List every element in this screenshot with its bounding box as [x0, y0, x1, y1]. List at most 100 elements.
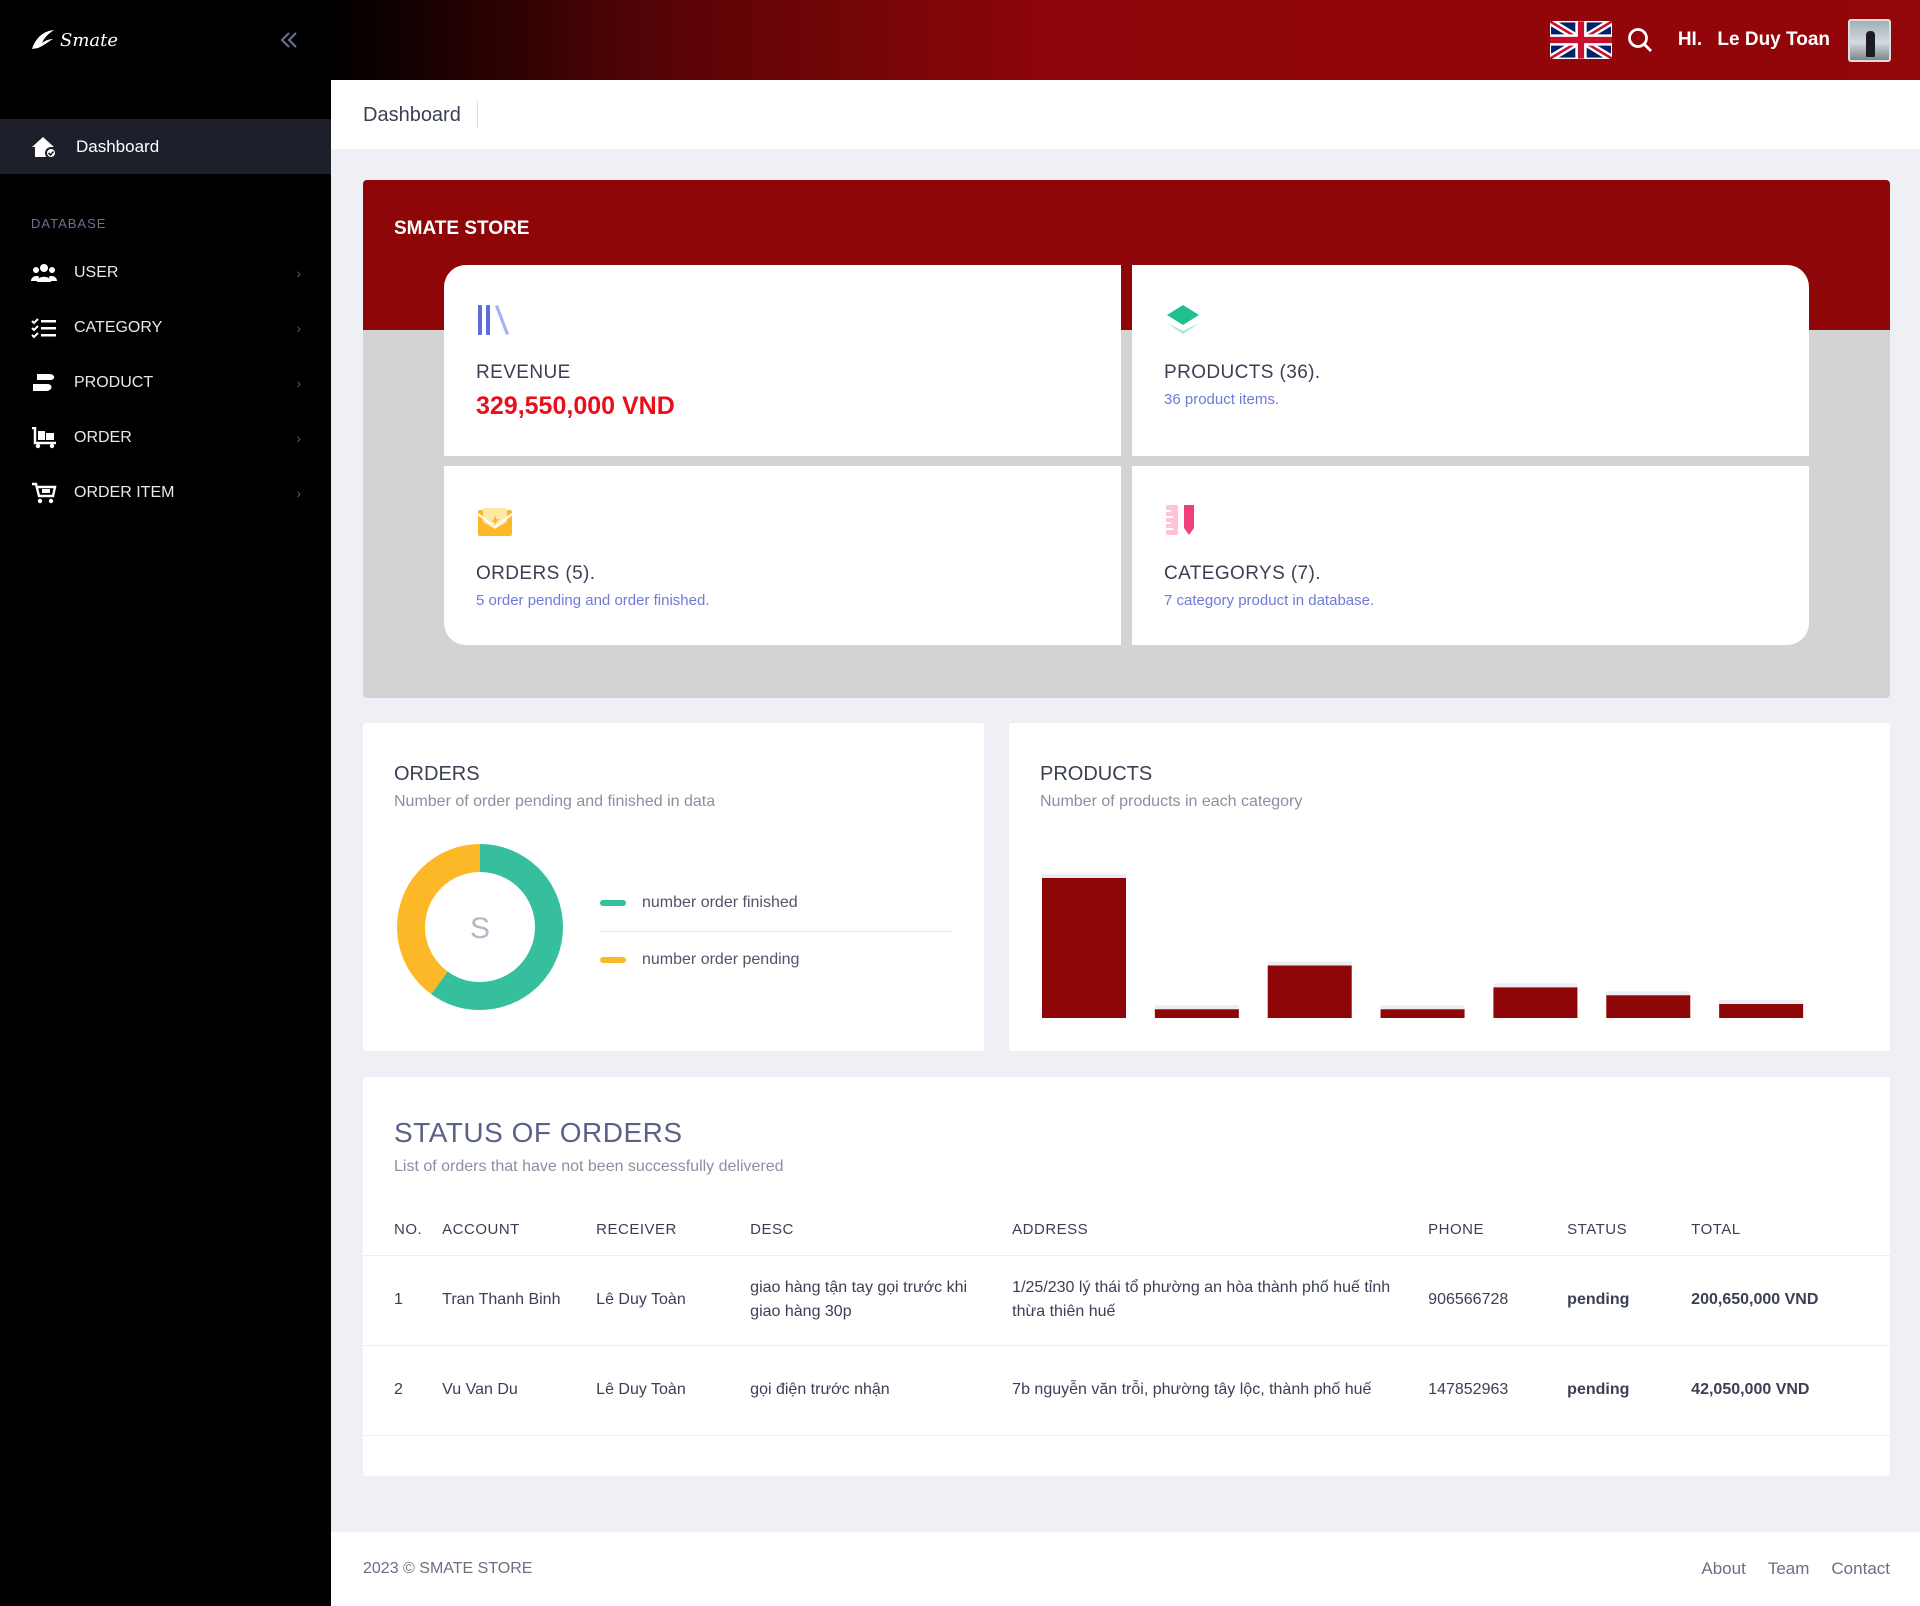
- cell-address: 1/25/230 lý thái tổ phường an hòa thành …: [1002, 1255, 1419, 1346]
- users-icon: [31, 263, 57, 282]
- chevron-right-icon: ›: [296, 429, 301, 446]
- sidebar-item-dashboard[interactable]: Dashboard: [0, 119, 331, 174]
- legend-label: number order finished: [642, 894, 798, 911]
- bar-category-3[interactable]: [1267, 965, 1352, 1019]
- store-title: SMATE STORE: [394, 218, 530, 239]
- logo-area: Smate: [0, 0, 331, 80]
- donut-center-letter: S: [470, 912, 490, 945]
- bar-category-6[interactable]: [1606, 995, 1691, 1018]
- cell-no: 2: [363, 1345, 433, 1436]
- legend-item-pending[interactable]: number order pending: [600, 940, 952, 980]
- username: Le Duy Toan: [1717, 29, 1830, 50]
- legend-divider: [600, 931, 952, 932]
- legend-label: number order pending: [642, 951, 800, 968]
- table-header-row: NO. ACCOUNT RECEIVER DESC ADDRESS PHONE …: [363, 1205, 1890, 1256]
- footer-link-contact[interactable]: Contact: [1831, 1559, 1890, 1579]
- collapse-sidebar-icon[interactable]: [277, 28, 301, 52]
- ruler-pencil-icon: [1166, 505, 1194, 535]
- cell-status: pending: [1557, 1345, 1682, 1436]
- bar-cap: [1719, 1000, 1804, 1004]
- cell-account: Vu Van Du: [432, 1345, 587, 1436]
- bar-cap: [1606, 991, 1691, 996]
- cell-total: 42,050,000 VND: [1681, 1345, 1890, 1436]
- sidebar: Smate Dashboard DATABASE USER › CATEGORY…: [0, 0, 331, 1606]
- bar-category-1[interactable]: [1042, 878, 1126, 1018]
- column-header-account: ACCOUNT: [432, 1205, 587, 1256]
- table-row[interactable]: 2 Vu Van Du Lê Duy Toàn gọi điện trước n…: [363, 1345, 1890, 1436]
- column-header-total: TOTAL: [1681, 1205, 1890, 1256]
- column-header-receiver: RECEIVER: [586, 1205, 741, 1256]
- cell-desc: gọi điện trước nhận: [740, 1345, 1003, 1436]
- cart-icon: [32, 482, 57, 503]
- sidebar-item-label: CATEGORY: [74, 318, 163, 336]
- greeting-hi: HI.: [1677, 29, 1703, 50]
- card-label: ORDERS (5).: [476, 563, 596, 584]
- cell-receiver: Lê Duy Toàn: [586, 1255, 741, 1346]
- uk-flag-icon[interactable]: [1549, 21, 1612, 59]
- bar-cap: [1380, 1005, 1465, 1010]
- orders-chart-panel: ORDERS Number of order pending and finis…: [363, 723, 984, 1051]
- column-header-status: STATUS: [1557, 1205, 1682, 1256]
- envelope-icon: [477, 508, 513, 536]
- avatar[interactable]: [1848, 18, 1891, 62]
- books-icon: [478, 305, 509, 335]
- logo[interactable]: Smate: [30, 27, 118, 53]
- sidebar-item-label: ORDER: [74, 428, 132, 446]
- products-chart-panel: PRODUCTS Number of products in each cate…: [1009, 723, 1890, 1051]
- panel-title: PRODUCTS: [1040, 763, 1153, 785]
- products-card: PRODUCTS (36). 36 product items.: [1132, 265, 1809, 456]
- column-header-address: ADDRESS: [1002, 1205, 1419, 1256]
- column-header-desc: DESC: [740, 1205, 1003, 1256]
- bar-category-2[interactable]: [1154, 1009, 1239, 1018]
- sidebar-item-label: USER: [74, 263, 119, 281]
- panel-title: ORDERS: [394, 763, 480, 785]
- footer: 2023 © SMATE STORE About Team Contact: [331, 1532, 1920, 1606]
- orders-table: NO. ACCOUNT RECEIVER DESC ADDRESS PHONE …: [363, 1205, 1890, 1436]
- bar-cap: [1154, 1005, 1239, 1010]
- legend-item-finished[interactable]: number order finished: [600, 883, 952, 923]
- column-header-phone: PHONE: [1418, 1205, 1558, 1256]
- section-label: DATABASE: [31, 216, 107, 231]
- footer-link-team[interactable]: Team: [1768, 1559, 1810, 1579]
- sidebar-item-label: ORDER ITEM: [74, 483, 175, 501]
- orders-legend: number order finished number order pendi…: [600, 883, 952, 980]
- table-row[interactable]: 1 Tran Thanh Binh Lê Duy Toàn giao hàng …: [363, 1255, 1890, 1346]
- footer-link-about[interactable]: About: [1701, 1559, 1745, 1579]
- bar-cap: [1042, 874, 1126, 878]
- panel-subtitle: Number of products in each category: [1040, 793, 1303, 810]
- bar-category-5[interactable]: [1493, 987, 1578, 1018]
- cell-total: 200,650,000 VND: [1681, 1255, 1890, 1346]
- card-label: PRODUCTS (36).: [1164, 362, 1321, 383]
- list-check-icon: [31, 317, 56, 338]
- card-label: REVENUE: [476, 362, 571, 383]
- bar-cap: [1493, 983, 1578, 988]
- revenue-card: REVENUE 329,550,000 VND: [444, 265, 1121, 456]
- wing-icon: [32, 30, 54, 49]
- chevron-right-icon: ›: [296, 484, 301, 501]
- chevron-right-icon: ›: [296, 264, 301, 281]
- sidebar-item-order[interactable]: ORDER ›: [0, 410, 331, 465]
- cell-phone: 906566728: [1418, 1255, 1558, 1346]
- bar-category-4[interactable]: [1380, 1009, 1465, 1018]
- sidebar-item-order-item[interactable]: ORDER ITEM ›: [0, 465, 331, 520]
- store-summary-panel: SMATE STORE REVENUE 329,550,000 VND PROD…: [363, 180, 1890, 698]
- card-subtitle: 36 product items.: [1164, 391, 1280, 408]
- card-subtitle: 5 order pending and order finished.: [476, 592, 710, 609]
- bar-category-7[interactable]: [1719, 1004, 1804, 1018]
- sidebar-item-product[interactable]: PRODUCT ›: [0, 355, 331, 410]
- stat-cards: REVENUE 329,550,000 VND PRODUCTS (36). 3…: [444, 265, 1809, 645]
- orders-card: ORDERS (5). 5 order pending and order fi…: [444, 466, 1121, 645]
- categories-card: CATEGORYS (7). 7 category product in dat…: [1132, 466, 1809, 645]
- cell-phone: 147852963: [1418, 1345, 1558, 1436]
- shoes-icon: [33, 373, 55, 391]
- search-icon[interactable]: [1626, 26, 1654, 54]
- sidebar-item-category[interactable]: CATEGORY ›: [0, 300, 331, 355]
- cell-status: pending: [1557, 1255, 1682, 1346]
- home-icon: [32, 136, 57, 159]
- cell-desc: giao hàng tận tay gọi trước khi giao hàn…: [740, 1255, 1003, 1346]
- status-subtitle: List of orders that have not been succes…: [394, 1158, 784, 1175]
- card-label: CATEGORYS (7).: [1164, 563, 1321, 584]
- sidebar-item-user[interactable]: USER ›: [0, 245, 331, 300]
- orders-donut-chart[interactable]: S: [394, 841, 566, 1013]
- footer-copyright: 2023 © SMATE STORE: [363, 1560, 533, 1577]
